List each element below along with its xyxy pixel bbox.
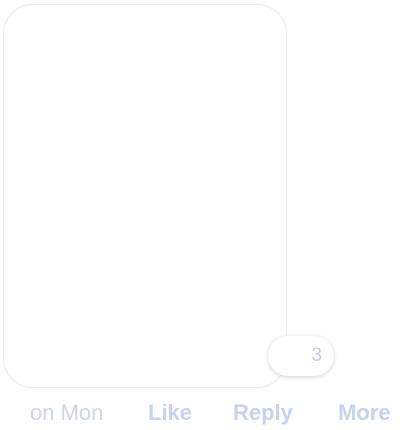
message-bubble[interactable] bbox=[3, 4, 287, 388]
message-timestamp: on Mon bbox=[30, 400, 104, 425]
reply-button[interactable]: Reply bbox=[233, 400, 293, 426]
reaction-pill[interactable]: 3 bbox=[268, 336, 334, 376]
like-button[interactable]: Like bbox=[148, 400, 192, 426]
message-footer: on Mon Like Reply More bbox=[0, 400, 400, 428]
message-stage: 3 on Mon Like Reply More bbox=[0, 0, 400, 430]
more-button[interactable]: More bbox=[338, 400, 391, 426]
reaction-count: 3 bbox=[311, 345, 322, 366]
